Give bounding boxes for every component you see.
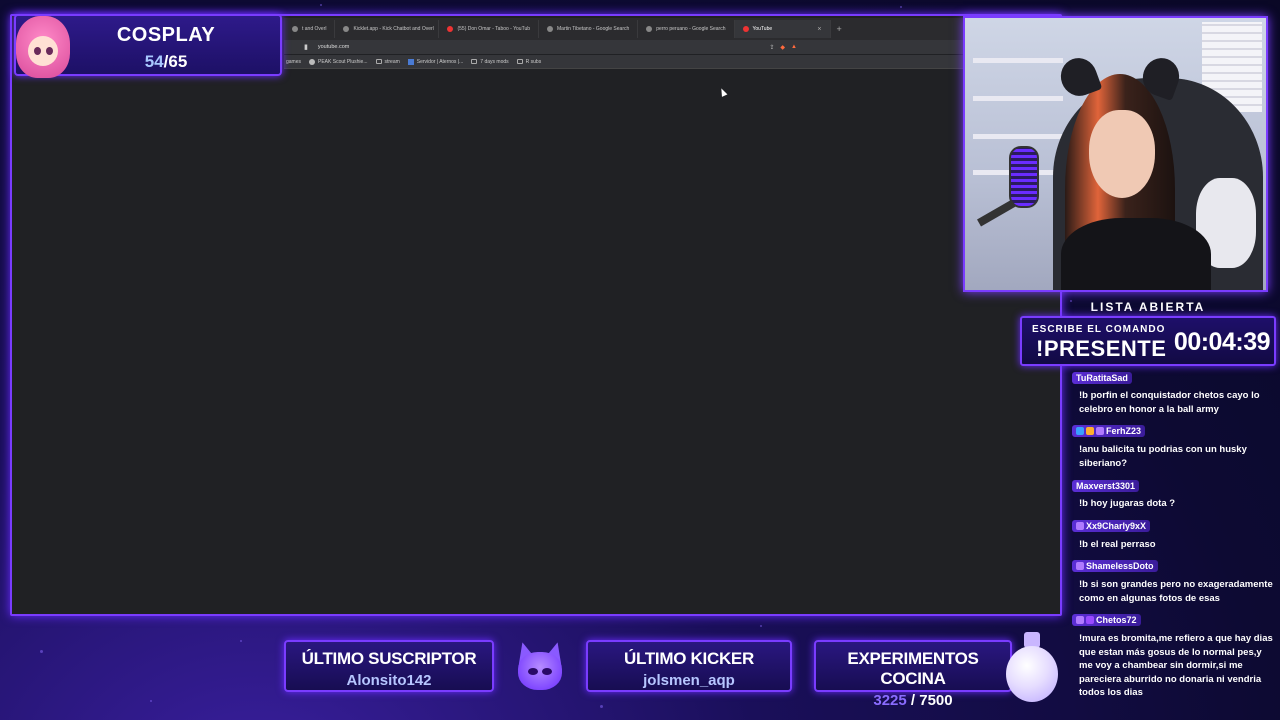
microphone-icon xyxy=(1009,146,1039,208)
chat-username: Maxverst3301 xyxy=(1072,480,1140,492)
folder-icon xyxy=(471,59,478,64)
bookmark-icon[interactable]: ▮ xyxy=(304,43,308,51)
new-tab-icon[interactable]: + xyxy=(831,24,848,34)
chat-username-text: Chetos72 xyxy=(1096,615,1137,625)
share-icon[interactable]: ⇪ xyxy=(769,44,774,51)
chat-badge-icon xyxy=(1086,616,1094,624)
tab-favicon-icon xyxy=(343,26,350,32)
google-favicon-icon xyxy=(646,26,653,32)
webcam-feed xyxy=(963,16,1268,292)
cocina-progress: 3225 / 7500 xyxy=(873,692,953,709)
brave-shield-icon[interactable]: ◆ xyxy=(780,44,785,51)
chat-username: TuRatitaSad xyxy=(1072,372,1132,384)
chat-text: !mura es bromita,me refiero a que hay di… xyxy=(1079,633,1273,698)
potion-flask-icon xyxy=(1004,632,1060,704)
browser-tab-bar: t and Overl Kicklet.app - Kick Chatbot a… xyxy=(284,18,974,40)
chat-username-text: FerhZ23 xyxy=(1106,426,1142,436)
bookmark-folder[interactable]: stream xyxy=(375,59,400,65)
site-icon xyxy=(407,58,414,65)
bookmark-folder[interactable]: R subs xyxy=(516,59,541,65)
chat-badge-icon xyxy=(1096,427,1104,435)
chat-username-text: TuRatitaSad xyxy=(1076,373,1128,383)
cosplay-counter: COSPLAY 54/65 xyxy=(14,14,282,78)
suscriptor-label: ÚLTIMO SUSCRIPTOR xyxy=(301,649,477,668)
cosplay-count: 54/65 xyxy=(144,52,188,71)
folder-icon xyxy=(375,59,382,64)
command-text: !PRESENTE xyxy=(1036,336,1167,361)
browser-tab[interactable]: t and Overl xyxy=(284,20,336,38)
address-bar[interactable]: ▮ youtube.com ⇪ ◆ ▲ xyxy=(284,40,1064,54)
chat-username: ShamelessDoto xyxy=(1072,560,1158,572)
cosplay-title: COSPLAY xyxy=(116,24,216,46)
cocina-label: EXPERIMENTOS COCINA xyxy=(847,649,979,688)
address-text[interactable]: youtube.com xyxy=(318,44,350,50)
browser-tab[interactable]: (55) Don Omar - Taboo - YouTub xyxy=(439,20,540,38)
browser-tab[interactable]: Martin Tibetano - Google Search xyxy=(539,20,639,38)
folder-icon xyxy=(516,59,523,64)
chat-badge-icon xyxy=(1076,427,1084,435)
suscriptor-value: Alonsito142 xyxy=(346,672,432,689)
cat-mascot-icon xyxy=(512,640,568,694)
chat-message: Xx9Charly9xX !b el real perraso xyxy=(1072,517,1278,552)
address-bar-icons: ⇪ ◆ ▲ xyxy=(769,44,797,51)
chat-username: Xx9Charly9xX xyxy=(1072,519,1151,532)
chat-text: !b porfin el conquistador chetos cayo lo… xyxy=(1079,390,1260,415)
brave-rewards-icon[interactable]: ▲ xyxy=(791,44,797,51)
chat-username: FerhZ23 xyxy=(1072,425,1146,437)
close-tab-icon[interactable]: × xyxy=(817,26,821,33)
tab-favicon-icon xyxy=(292,26,298,32)
chat-text: !b si son grandes pero no exageradamente… xyxy=(1079,579,1273,604)
mouse-cursor-icon xyxy=(718,87,728,97)
kicker-value: jolsmen_aqp xyxy=(643,672,735,689)
bookmarks-bar: games PEAK Scout Plushie... stream Servi… xyxy=(284,55,1064,69)
chat-message: ShamelessDoto !b si son grandes pero no e… xyxy=(1072,557,1278,605)
timer: 00:04:39 xyxy=(1173,328,1271,356)
browser-tab[interactable]: perro peruano - Google Search xyxy=(638,20,735,38)
google-favicon-icon xyxy=(547,26,554,32)
avatar xyxy=(10,14,76,86)
chat-badge-icon xyxy=(1076,562,1084,570)
browser-capture: t and Overl Kicklet.app - Kick Chatbot a… xyxy=(10,14,1064,616)
chat-badge-icon xyxy=(1076,521,1084,530)
browser-tab[interactable]: Kicklet.app - Kick Chatbot and Overl xyxy=(335,20,440,38)
site-icon xyxy=(309,58,316,65)
chat-text: !b el real perraso xyxy=(1079,538,1156,550)
chat-message: Chetos72 !mura es bromita,me refiero a qu… xyxy=(1072,611,1278,700)
chat-badge-icon xyxy=(1086,427,1094,435)
chat-username-text: Maxverst3301 xyxy=(1076,481,1136,491)
lista-title: LISTA ABIERTA xyxy=(1090,300,1206,314)
ultimo-kicker-panel: ÚLTIMO KICKER jolsmen_aqp xyxy=(586,640,792,692)
chat-username-text: Xx9Charly9xX xyxy=(1086,520,1147,531)
chat-text: !b hoy jugaras dota ? xyxy=(1079,498,1176,509)
command-label: ESCRIBE EL COMANDO xyxy=(1032,324,1166,335)
experimentos-cocina-panel: EXPERIMENTOS COCINA 3225 / 7500 xyxy=(814,640,1012,709)
bookmark-item[interactable]: Servidor | Aternos |... xyxy=(407,58,463,65)
chat-badge-icon xyxy=(1076,616,1084,624)
bookmark-folder[interactable]: 7 days mods xyxy=(471,59,509,65)
kicker-label: ÚLTIMO KICKER xyxy=(624,649,754,668)
youtube-favicon-icon xyxy=(447,26,454,32)
chat-text: !anu balicita tu podrias con un husky si… xyxy=(1079,444,1247,469)
lista-box: ESCRIBE EL COMANDO !PRESENTE 00:04:39 xyxy=(1020,316,1276,366)
youtube-favicon-icon xyxy=(742,26,749,32)
chat-username-text: ShamelessDoto xyxy=(1086,561,1154,571)
ultimo-suscriptor-panel: ÚLTIMO SUSCRIPTOR Alonsito142 xyxy=(284,640,494,692)
browser-tab-active[interactable]: YouTube × xyxy=(734,20,831,38)
chat-message: TuRatitaSad !b porfin el conquistador che… xyxy=(1072,368,1278,416)
bookmark-item[interactable]: games xyxy=(286,59,301,65)
lista-abierta-panel: LISTA ABIERTA ESCRIBE EL COMANDO !PRESEN… xyxy=(1020,300,1276,370)
chat-message: FerhZ23 !anu balicita tu podrias con un h… xyxy=(1072,422,1278,470)
chat-panel: TuRatitaSad !b porfin el conquistador che… xyxy=(1072,368,1278,698)
chat-username: Chetos72 xyxy=(1072,614,1141,626)
chat-message: Maxverst3301 !b hoy jugaras dota ? xyxy=(1072,476,1278,511)
bookmark-item[interactable]: PEAK Scout Plushie... xyxy=(309,58,368,65)
